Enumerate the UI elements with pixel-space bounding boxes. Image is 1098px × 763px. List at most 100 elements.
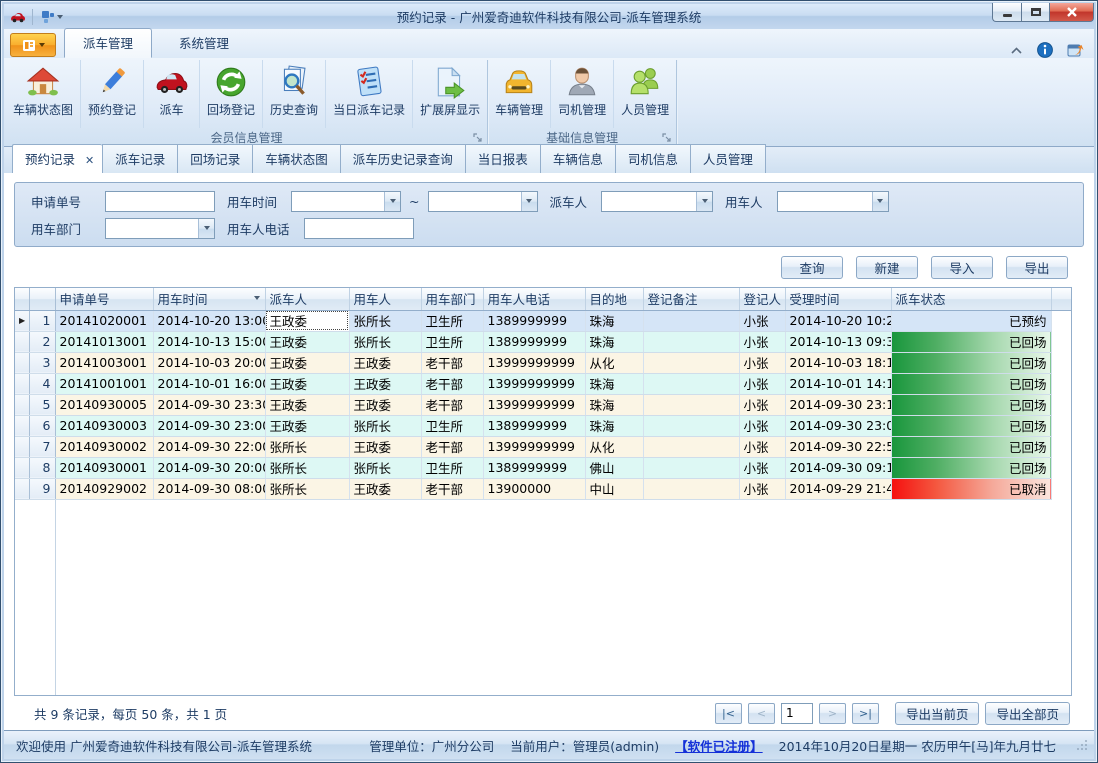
cell-remark[interactable] [643, 352, 739, 373]
cell-dispatcher[interactable]: 王政委 [265, 352, 349, 373]
tab-dispatch-history-query[interactable]: 派车历史记录查询 [340, 144, 465, 173]
cell-status[interactable]: 已回场 [891, 415, 1051, 436]
qat-dropdown-icon[interactable] [57, 15, 63, 19]
cell-order_no[interactable]: 20140929002 [55, 478, 153, 499]
cell-accept_time[interactable]: 2014-10-20 10:24 [785, 310, 891, 331]
cell-phone[interactable]: 13999999999 [483, 394, 585, 415]
cell-dispatcher[interactable]: 王政委 [265, 310, 349, 331]
tab-return-records[interactable]: 回场记录 [177, 144, 252, 173]
tab-vehicle-info[interactable]: 车辆信息 [540, 144, 615, 173]
cell-use_time[interactable]: 2014-09-30 23:00 [153, 415, 265, 436]
cell-user[interactable]: 王政委 [349, 436, 421, 457]
tab-daily-report[interactable]: 当日报表 [465, 144, 540, 173]
row-number[interactable]: 1 [29, 310, 55, 331]
cell-accept_time[interactable]: 2014-09-29 21:47 [785, 478, 891, 499]
order-no-input[interactable] [105, 191, 215, 212]
vehicle-manage-button[interactable]: 车辆管理 [488, 60, 551, 128]
header-user[interactable]: 用车人 [349, 288, 421, 310]
cell-status[interactable]: 已回场 [891, 352, 1051, 373]
cell-phone[interactable]: 1389999999 [483, 310, 585, 331]
cell-use_time[interactable]: 2014-10-01 16:00 [153, 373, 265, 394]
next-page-button[interactable]: > [819, 703, 846, 724]
cell-remark[interactable] [643, 478, 739, 499]
use-time-to-combo[interactable] [428, 191, 538, 212]
cell-remark[interactable] [643, 394, 739, 415]
cell-destination[interactable]: 珠海 [585, 394, 643, 415]
row-number[interactable]: 2 [29, 331, 55, 352]
tab-reservation-records[interactable]: 预约记录✕ [12, 144, 102, 173]
cell-registrar[interactable]: 小张 [739, 436, 785, 457]
cell-phone[interactable]: 13900000 [483, 478, 585, 499]
ribbon-tab-system[interactable]: 系统管理 [160, 28, 248, 58]
table-row[interactable]: 6201409300032014-09-30 23:00王政委张所长卫生所138… [15, 415, 1071, 436]
cell-status[interactable]: 已回场 [891, 436, 1051, 457]
cell-dispatcher[interactable]: 张所长 [265, 478, 349, 499]
cell-order_no[interactable]: 20141020001 [55, 310, 153, 331]
cell-phone[interactable]: 1389999999 [483, 457, 585, 478]
cell-remark[interactable] [643, 310, 739, 331]
header-dispatcher[interactable]: 派车人 [265, 288, 349, 310]
app-car-icon[interactable] [10, 9, 26, 25]
cell-destination[interactable]: 佛山 [585, 457, 643, 478]
row-indicator[interactable] [15, 436, 29, 457]
driver-manage-button[interactable]: 司机管理 [551, 60, 614, 128]
cell-dispatcher[interactable]: 张所长 [265, 436, 349, 457]
row-number[interactable]: 8 [29, 457, 55, 478]
row-number[interactable]: 3 [29, 352, 55, 373]
resize-grip-icon[interactable] [1076, 739, 1088, 751]
sort-filter-icon[interactable] [254, 296, 260, 300]
cell-order_no[interactable]: 20140930001 [55, 457, 153, 478]
cell-registrar[interactable]: 小张 [739, 415, 785, 436]
cell-phone[interactable]: 1389999999 [483, 415, 585, 436]
tab-driver-info[interactable]: 司机信息 [615, 144, 690, 173]
header-destination[interactable]: 目的地 [585, 288, 643, 310]
cell-registrar[interactable]: 小张 [739, 331, 785, 352]
cell-accept_time[interactable]: 2014-09-30 23:05 [785, 415, 891, 436]
cell-accept_time[interactable]: 2014-10-13 09:34 [785, 331, 891, 352]
cell-destination[interactable]: 中山 [585, 478, 643, 499]
cell-status[interactable]: 已预约 [891, 310, 1051, 331]
table-row[interactable]: 2201410130012014-10-13 15:00王政委张所长卫生所138… [15, 331, 1071, 352]
row-number[interactable]: 9 [29, 478, 55, 499]
cell-destination[interactable]: 珠海 [585, 415, 643, 436]
today-dispatch-records-button[interactable]: 当日派车记录 [326, 60, 413, 128]
cell-user[interactable]: 张所长 [349, 310, 421, 331]
cell-user[interactable]: 王政委 [349, 394, 421, 415]
cell-phone[interactable]: 1389999999 [483, 331, 585, 352]
dialog-launcher-icon[interactable] [473, 133, 483, 143]
phone-input[interactable] [304, 218, 414, 239]
cell-dept[interactable]: 老干部 [421, 394, 483, 415]
cell-accept_time[interactable]: 2014-10-03 18:11 [785, 352, 891, 373]
table-row[interactable]: 3201410030012014-10-03 20:00王政委王政委老干部139… [15, 352, 1071, 373]
cell-use_time[interactable]: 2014-09-30 20:00 [153, 457, 265, 478]
cell-use_time[interactable]: 2014-09-30 23:30 [153, 394, 265, 415]
cell-destination[interactable]: 珠海 [585, 310, 643, 331]
cell-destination[interactable]: 珠海 [585, 331, 643, 352]
cell-accept_time[interactable]: 2014-09-30 23:14 [785, 394, 891, 415]
header-status[interactable]: 派车状态 [891, 288, 1051, 310]
cell-phone[interactable]: 13999999999 [483, 436, 585, 457]
cell-use_time[interactable]: 2014-10-13 15:00 [153, 331, 265, 352]
ribbon-tab-dispatch[interactable]: 派车管理 [64, 28, 152, 58]
cell-dispatcher[interactable]: 王政委 [265, 415, 349, 436]
dialog-launcher-icon[interactable] [662, 133, 672, 143]
cell-registrar[interactable]: 小张 [739, 394, 785, 415]
cell-remark[interactable] [643, 436, 739, 457]
cell-dispatcher[interactable]: 张所长 [265, 457, 349, 478]
tab-close-icon[interactable]: ✕ [85, 154, 94, 167]
row-indicator[interactable] [15, 331, 29, 352]
maximize-button[interactable] [1021, 3, 1049, 22]
minimize-button[interactable] [992, 3, 1021, 22]
cell-accept_time[interactable]: 2014-10-01 14:19 [785, 373, 891, 394]
skin-icon[interactable] [1067, 42, 1084, 58]
application-menu-button[interactable] [10, 33, 56, 57]
cell-order_no[interactable]: 20140930002 [55, 436, 153, 457]
cell-registrar[interactable]: 小张 [739, 373, 785, 394]
row-indicator[interactable] [15, 415, 29, 436]
query-button[interactable]: 查询 [781, 256, 843, 279]
cell-status[interactable]: 已回场 [891, 394, 1051, 415]
cell-use_time[interactable]: 2014-10-03 20:00 [153, 352, 265, 373]
row-number[interactable]: 4 [29, 373, 55, 394]
cell-order_no[interactable]: 20141003001 [55, 352, 153, 373]
cell-destination[interactable]: 从化 [585, 436, 643, 457]
